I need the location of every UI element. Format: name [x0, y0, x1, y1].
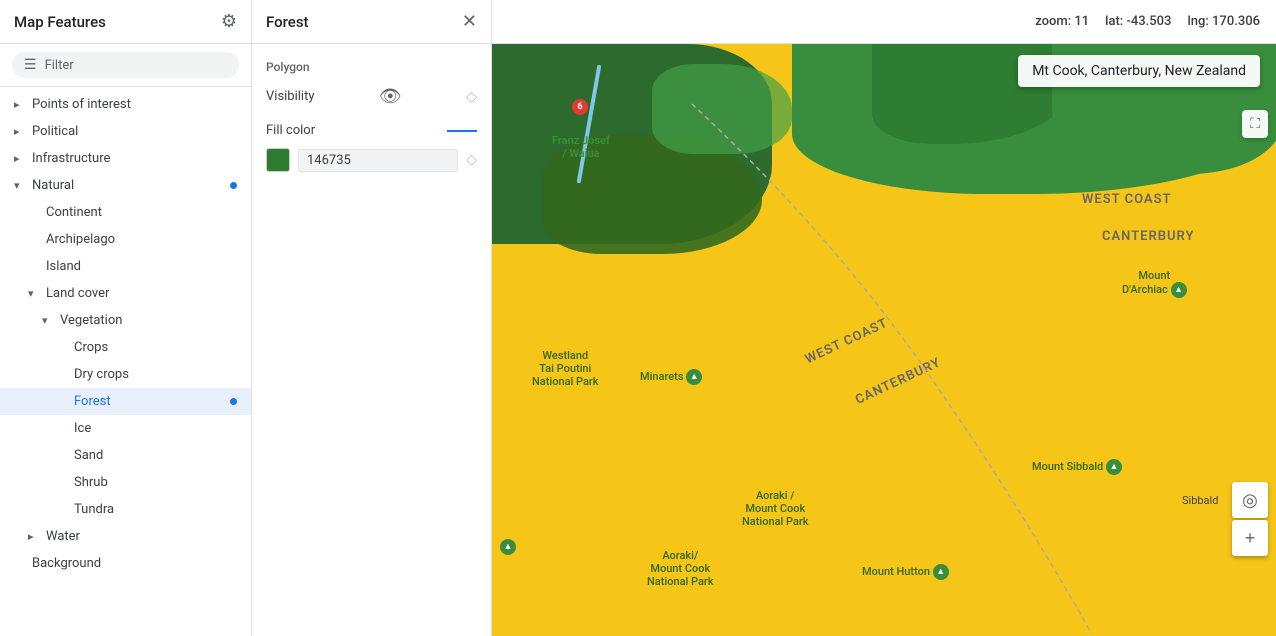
sidebar-label-dry-crops: Dry crops [74, 367, 237, 382]
sidebar-item-water[interactable]: ▸ Water [0, 523, 251, 550]
sidebar-label-natural: Natural [32, 178, 237, 193]
sidebar-item-land-cover[interactable]: ▾ Land cover [0, 280, 251, 307]
sidebar-label-continent: Continent [46, 205, 237, 220]
color-row: 146735 ◇ [266, 148, 477, 172]
sidebar-item-continent[interactable]: Continent [0, 199, 251, 226]
lat-label: lat: [1105, 14, 1123, 29]
sidebar-item-forest[interactable]: Forest [0, 388, 251, 415]
map-tooltip: Mt Cook, Canterbury, New Zealand [1018, 55, 1260, 87]
sidebar-label-shrub: Shrub [74, 475, 237, 490]
map-area[interactable]: 6 WEST COAST CANTERBURY WEST COAST CANTE… [492, 0, 1276, 636]
visibility-label: Visibility [266, 89, 315, 104]
eye-icon[interactable]: 👁 [379, 86, 402, 107]
filter-box: ☰ Filter [0, 44, 251, 87]
zoom-value: 11 [1074, 14, 1089, 29]
sidebar-item-dry-crops[interactable]: Dry crops [0, 361, 251, 388]
sidebar-item-political[interactable]: ▸ Political [0, 118, 251, 145]
gps-button[interactable]: ◎ [1232, 482, 1268, 518]
tree-arrow-points-of-interest: ▸ [14, 98, 26, 111]
gear-icon[interactable]: ⚙ [221, 11, 237, 32]
sidebar-label-vegetation: Vegetation [60, 313, 237, 328]
sidebar-label-background: Background [32, 556, 237, 571]
panel: Forest ✕ Polygon Visibility 👁 ◇ Fill col… [252, 0, 492, 636]
tree-arrow-political: ▸ [14, 125, 26, 138]
sidebar-item-vegetation[interactable]: ▾ Vegetation [0, 307, 251, 334]
tree-arrow-land-cover: ▾ [28, 287, 40, 300]
sidebar-item-sand[interactable]: Sand [0, 442, 251, 469]
sidebar-item-points-of-interest[interactable]: ▸ Points of interest [0, 91, 251, 118]
sidebar-header: Map Features ⚙ [0, 0, 251, 44]
filter-label: Filter [45, 58, 74, 73]
color-hex-value[interactable]: 146735 [298, 149, 458, 172]
fill-color-line [447, 130, 477, 132]
sidebar-label-forest: Forest [74, 394, 237, 409]
sidebar-item-background[interactable]: Background [0, 550, 251, 577]
lng-label: lng: [1187, 14, 1208, 29]
sidebar-label-crops: Crops [74, 340, 237, 355]
visibility-row: Visibility 👁 ◇ [266, 86, 477, 107]
sidebar-label-infrastructure: Infrastructure [32, 151, 237, 166]
fullscreen-button[interactable]: ⛶ [1242, 110, 1268, 138]
sidebar-label-water: Water [46, 529, 237, 544]
map-controls: ◎ + [1232, 482, 1268, 556]
visibility-diamond-icon[interactable]: ◇ [466, 89, 477, 105]
color-diamond-icon[interactable]: ◇ [466, 152, 477, 168]
tree-list: ▸ Points of interest ▸ Political ▸ Infrastruc… [0, 87, 251, 636]
map-lng: lng: 170.306 [1187, 14, 1260, 29]
zoom-in-button[interactable]: + [1232, 520, 1268, 556]
blue-dot-natural [230, 182, 237, 189]
color-swatch[interactable] [266, 148, 290, 172]
tree-arrow-vegetation: ▾ [42, 314, 54, 327]
panel-title: Forest [266, 13, 309, 31]
tooltip-text: Mt Cook, Canterbury, New Zealand [1032, 63, 1246, 79]
sidebar-label-land-cover: Land cover [46, 286, 237, 301]
map-header: zoom: 11 lat: -43.503 lng: 170.306 [492, 0, 1276, 44]
sidebar-label-archipelago: Archipelago [46, 232, 237, 247]
polygon-label: Polygon [266, 60, 477, 74]
sidebar-item-natural[interactable]: ▾ Natural [0, 172, 251, 199]
filter-lines-icon: ☰ [24, 57, 37, 73]
lat-value: -43.503 [1126, 14, 1171, 29]
map-lat: lat: -43.503 [1105, 14, 1171, 29]
sidebar-label-political: Political [32, 124, 237, 139]
sidebar-label-ice: Ice [74, 421, 237, 436]
tree-arrow-water: ▸ [28, 530, 40, 543]
tree-arrow-natural: ▾ [14, 179, 26, 192]
panel-header: Forest ✕ [252, 0, 491, 44]
sidebar-label-points-of-interest: Points of interest [32, 97, 237, 112]
map-zoom: zoom: 11 [1035, 14, 1089, 29]
sidebar-item-tundra[interactable]: Tundra [0, 496, 251, 523]
fill-color-label: Fill color [266, 123, 447, 138]
sidebar-label-tundra: Tundra [74, 502, 237, 517]
close-icon[interactable]: ✕ [462, 11, 477, 32]
sidebar-item-ice[interactable]: Ice [0, 415, 251, 442]
fill-color-row: Fill color [266, 123, 477, 138]
sidebar-item-shrub[interactable]: Shrub [0, 469, 251, 496]
sidebar-title: Map Features [14, 13, 106, 31]
map-background [492, 0, 1276, 636]
sidebar-label-island: Island [46, 259, 237, 274]
blue-dot-forest [230, 398, 237, 405]
panel-body: Polygon Visibility 👁 ◇ Fill color 146735… [252, 44, 491, 188]
sidebar-label-sand: Sand [74, 448, 237, 463]
zoom-label: zoom: [1035, 14, 1071, 29]
tree-arrow-infrastructure: ▸ [14, 152, 26, 165]
lng-value: 170.306 [1212, 14, 1260, 29]
sidebar: Map Features ⚙ ☰ Filter ▸ Points of inter… [0, 0, 252, 636]
filter-input[interactable]: ☰ Filter [12, 52, 239, 78]
sidebar-item-island[interactable]: Island [0, 253, 251, 280]
sidebar-item-archipelago[interactable]: Archipelago [0, 226, 251, 253]
sidebar-item-infrastructure[interactable]: ▸ Infrastructure [0, 145, 251, 172]
sidebar-item-crops[interactable]: Crops [0, 334, 251, 361]
